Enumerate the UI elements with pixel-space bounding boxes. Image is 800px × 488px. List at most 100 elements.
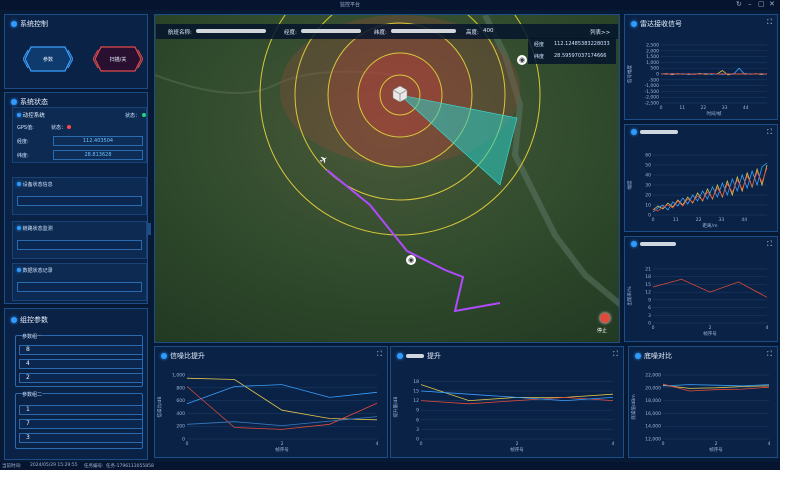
bullet-icon [635, 353, 641, 359]
x-tick-label: 4 [766, 325, 769, 331]
gain-header: 提升 [397, 351, 441, 361]
map-marker-icon[interactable]: ◉ [406, 255, 416, 265]
gps-label: GPS值: [17, 125, 34, 131]
window-title: 监控平台 [340, 2, 361, 8]
map-alt-value: 400 [483, 28, 494, 34]
data-status-block: 数据状态记录 [12, 263, 147, 301]
bullet-icon [631, 21, 637, 27]
y-tick-label: 12 [413, 398, 419, 404]
maximize-icon[interactable]: ▢ [758, 0, 765, 9]
y-tick-label: 18,000 [645, 398, 661, 404]
gps-status-led-icon [67, 125, 71, 129]
params-button[interactable]: 参数 [31, 47, 65, 71]
x-tick-label: 33 [722, 105, 728, 111]
system-status-panel: 系统状态 动控系统 状态： GPS值: 状态： 经度: 112.403504 纬… [4, 92, 151, 304]
x-tick-label: 0 [420, 441, 423, 447]
expand-icon[interactable]: ⛶ [767, 240, 772, 249]
snr-gain-panel: 信噪比提升 ⛶ 1,000 800 600 400 200 0 0 2 4 帧序号 信噪比/dB [154, 346, 388, 458]
power-status-label: 状态： [125, 113, 141, 119]
y-tick-label: 6 [648, 305, 651, 311]
map-marker-icon[interactable]: ◉ [517, 55, 527, 65]
x-tick-label: 4 [768, 441, 771, 447]
latitude-field[interactable]: 28.813628 [53, 150, 143, 160]
param-group-1-value-3[interactable]: 2 [19, 373, 143, 383]
y-axis-label: 信号幅度 [626, 65, 633, 83]
x-tick-label: 22 [701, 105, 707, 111]
param-group-2-value-2[interactable]: 7 [19, 419, 143, 429]
expand-icon[interactable]: ⛶ [767, 18, 772, 27]
expand-icon[interactable]: ⛶ [767, 128, 772, 137]
x-axis-label: 帧序号 [275, 446, 289, 453]
y-tick-label: 400 [176, 411, 185, 417]
status-bar: 当前时间: 2024/05/29 15:29:55 任务编号: 任务-17961… [0, 462, 780, 470]
y-tick-label: -2,000 [644, 95, 659, 101]
longitude-field[interactable]: 112.403504 [53, 136, 143, 146]
data-status-field[interactable] [17, 282, 142, 292]
gain-panel: 提升 ⛶ 18 15 12 9 6 3 0 0 2 4 帧序号 提升量/dB [390, 346, 624, 458]
expand-icon[interactable]: ⛶ [767, 350, 772, 359]
coordinate-readout: 经度 112.12485383228033 纬度 28.595970371746… [528, 38, 616, 64]
expand-icon[interactable]: ⛶ [377, 350, 382, 359]
y-tick-label: 10 [645, 203, 651, 209]
x-tick-label: 4 [376, 441, 379, 447]
x-tick-label: 44 [743, 105, 749, 111]
param-group-2-value-3[interactable]: 3 [19, 433, 143, 443]
y-tick-label: 22,000 [645, 373, 661, 379]
x-axis-label: 距离/m [703, 222, 718, 229]
y-tick-label: 9 [416, 408, 419, 414]
param-group-1-value-1[interactable]: 8 [19, 345, 143, 355]
x-tick-label: 0 [662, 441, 665, 447]
x-tick-label: 2 [709, 325, 712, 331]
group-params-panel: 组控参数 参数组一 8 4 2 参数组二 1 7 3 [4, 308, 148, 460]
scan-toggle-button[interactable]: 扫描/关 [101, 47, 135, 71]
y-tick-label: 14,000 [645, 424, 661, 430]
param-group-2-value-1[interactable]: 1 [19, 405, 143, 415]
bullet-icon [11, 99, 17, 105]
y-tick-label: 600 [176, 398, 185, 404]
radar-signal-chart: 2,5002,0001,5001,0005000-500-1,000-1,500… [626, 43, 768, 117]
y-tick-label: 18 [645, 274, 651, 280]
y-axis-label: 底噪值/dBm [630, 394, 637, 419]
expand-icon[interactable]: ⛶ [613, 350, 618, 359]
y-tick-label: 20 [645, 193, 651, 199]
y-tick-label: 60 [645, 153, 651, 159]
restore-icon[interactable]: ↻ [736, 0, 742, 9]
spectrum-chart: 60504030201000 11 22 33 44距离/m幅度 [626, 153, 768, 229]
radar-signal-header: 雷达接收信号 [631, 19, 682, 29]
list-toggle-link[interactable]: 列表>> [590, 28, 610, 36]
collapse-handle-icon[interactable] [147, 223, 151, 235]
radar-station-icon[interactable] [391, 85, 409, 103]
bullet-icon [631, 241, 637, 247]
panel-title: 组控参数 [20, 316, 48, 324]
series-line-1 [652, 164, 768, 211]
stop-button[interactable] [600, 313, 610, 323]
y-tick-label: 500 [650, 66, 659, 72]
close-icon[interactable]: ✕ [769, 0, 775, 9]
y-tick-label: 2,000 [646, 48, 659, 54]
power-system-title: 动控系统 [17, 111, 45, 119]
gps-state-label: 状态： [51, 125, 67, 131]
y-tick-label: 1,500 [646, 54, 659, 60]
minimize-icon[interactable]: – [748, 0, 752, 9]
link-status-field[interactable] [17, 240, 142, 250]
panel-title: 雷达接收信号 [640, 20, 682, 28]
panel-title: 系统状态 [20, 98, 48, 106]
y-axis-label: 提升量/dB [392, 397, 399, 418]
redacted-lon-value [301, 29, 361, 33]
device-status-field[interactable] [17, 196, 142, 206]
y-tick-label: 6 [416, 417, 419, 423]
x-tick-label: 0 [186, 441, 189, 447]
x-tick-label: 2 [715, 441, 718, 447]
x-tick-label: 22 [696, 217, 702, 223]
param-group-1-label: 参数组一 [22, 333, 43, 340]
map-lon-label: 经度: [284, 30, 297, 36]
bullet-icon [161, 353, 167, 359]
panel-title: 信噪比提升 [170, 352, 205, 360]
x-axis-label: 帧序号 [703, 330, 717, 337]
system-status-header: 系统状态 [11, 97, 48, 107]
y-tick-label: 21 [645, 267, 651, 273]
param-group-1-value-2[interactable]: 4 [19, 359, 143, 369]
bullet-icon [631, 129, 637, 135]
data-status-title-text: 数据状态记录 [22, 268, 53, 274]
series-line-4 [186, 416, 378, 427]
